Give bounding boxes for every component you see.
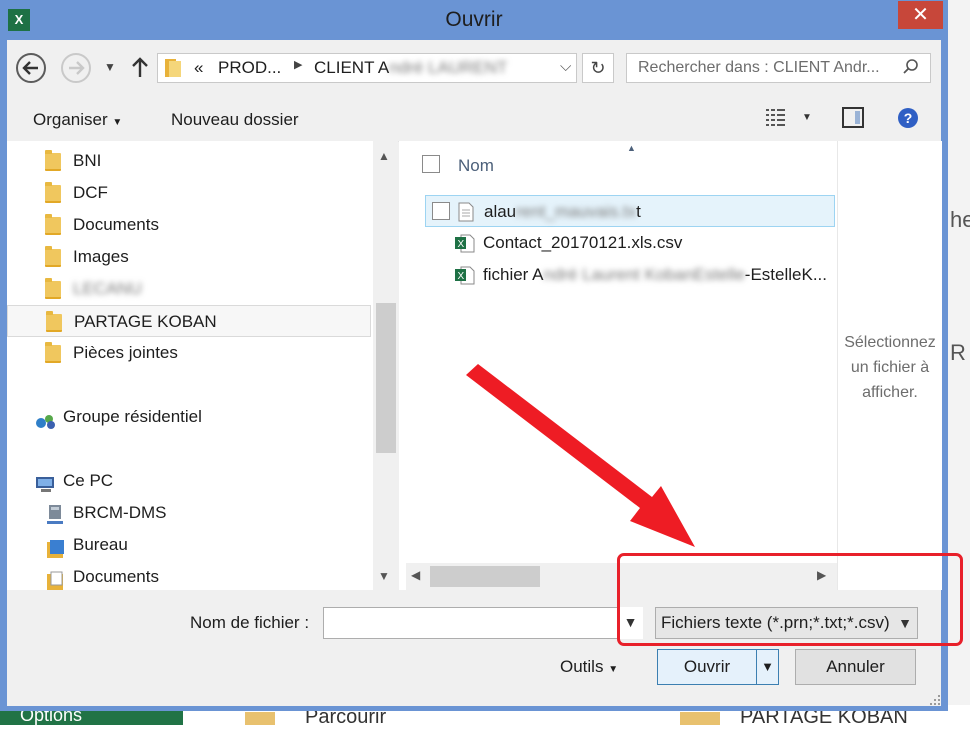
annotation-arrow-icon: [466, 364, 695, 547]
